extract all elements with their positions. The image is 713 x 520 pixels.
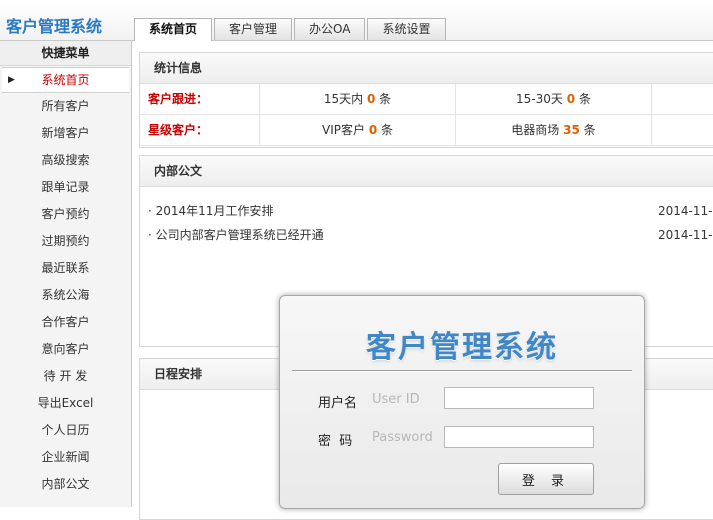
- sidebar-item-company-news[interactable]: 企业新闻: [0, 444, 131, 471]
- list-item[interactable]: · 公司内部客户管理系统已经开通 2014-11-4: [140, 223, 713, 247]
- stats-row-label: 客户跟进：: [140, 84, 260, 114]
- tab-home[interactable]: 系统首页: [134, 18, 213, 41]
- sidebar-item-label: 系统首页: [41, 73, 90, 87]
- stats-row-follow: 客户跟进： 15天内 0 条 15-30天 0 条: [140, 84, 713, 115]
- docs-list: · 2014年11月工作安排 2014-11-6 · 公司内部客户管理系统已经开…: [140, 187, 713, 247]
- sidebar: 快捷菜单 ▶ 系统首页 所有客户 新增客户 高级搜索 跟单记录 客户预约 过期预…: [0, 41, 132, 507]
- app-logo: 客户管理系统: [6, 17, 103, 36]
- stats-row-star: 星级客户： VIP客户 0 条 电器商场 35 条: [140, 115, 713, 146]
- sidebar-item-follow-records[interactable]: 跟单记录: [0, 174, 131, 201]
- stats-count: 0: [366, 92, 376, 106]
- tab-office-oa[interactable]: 办公OA: [294, 18, 366, 40]
- username-label: 用户名: [318, 396, 358, 411]
- sidebar-item-all-customers[interactable]: 所有客户: [0, 93, 131, 120]
- stats-count: 35: [563, 123, 580, 137]
- tab-system-settings[interactable]: 系统设置: [367, 18, 446, 40]
- doc-date: 2014-11-6: [658, 204, 713, 218]
- sidebar-item-internal-docs[interactable]: 内部公文: [0, 471, 131, 498]
- sidebar-item-prospects[interactable]: 意向客户: [0, 336, 131, 363]
- sidebar-item-expired-appointments[interactable]: 过期预约: [0, 228, 131, 255]
- tab-customer-management[interactable]: 客户管理: [214, 18, 293, 40]
- stats-title: 统计信息: [140, 53, 713, 84]
- stats-cell[interactable]: VIP客户 0 条: [260, 115, 456, 145]
- stats-count: 0: [566, 92, 576, 106]
- sidebar-item-appointments[interactable]: 客户预约: [0, 201, 131, 228]
- sidebar-item-public-pool[interactable]: 系统公海: [0, 282, 131, 309]
- stats-cell[interactable]: 15-30天 0 条: [456, 84, 652, 114]
- stats-count: 0: [368, 123, 378, 137]
- doc-date: 2014-11-4: [658, 228, 713, 242]
- list-item[interactable]: · 2014年11月工作安排 2014-11-6: [140, 199, 713, 223]
- password-hint: Password: [372, 430, 433, 445]
- password-label: 密 码: [318, 434, 353, 449]
- sidebar-item-advanced-search[interactable]: 高级搜索: [0, 147, 131, 174]
- stats-cell[interactable]: 15天内 0 条: [260, 84, 456, 114]
- doc-title[interactable]: · 2014年11月工作安排: [148, 204, 273, 218]
- divider: [292, 370, 632, 372]
- arrow-right-icon: ▶: [8, 75, 15, 85]
- stats-cell[interactable]: 电器商场 35 条: [456, 115, 652, 145]
- main-tabs: 系统首页 客户管理 办公OA 系统设置: [134, 18, 448, 41]
- top-header: 客户管理系统 系统首页 客户管理 办公OA 系统设置: [0, 0, 713, 41]
- password-input[interactable]: [444, 426, 594, 448]
- sidebar-title: 快捷菜单: [0, 41, 131, 66]
- username-hint: User ID: [372, 392, 420, 407]
- stats-row-label: 星级客户：: [140, 115, 260, 145]
- docs-title: 内部公文: [140, 156, 713, 187]
- sidebar-item-export-excel[interactable]: 导出Excel: [0, 390, 131, 417]
- sidebar-item-new-customer[interactable]: 新增客户: [0, 120, 131, 147]
- login-button[interactable]: 登 录: [498, 463, 594, 495]
- sidebar-item-recent-contacts[interactable]: 最近联系: [0, 255, 131, 282]
- sidebar-item-home[interactable]: ▶ 系统首页: [2, 67, 129, 93]
- sidebar-item-personal-calendar[interactable]: 个人日历: [0, 417, 131, 444]
- login-dialog: 客户管理系统 用户名 User ID 密 码 Password 登 录: [279, 295, 645, 509]
- username-input[interactable]: [444, 387, 594, 409]
- sidebar-item-partner-customers[interactable]: 合作客户: [0, 309, 131, 336]
- stats-panel: 统计信息 客户跟进： 15天内 0 条 15-30天 0 条 星级客户： VIP…: [139, 52, 713, 148]
- doc-title[interactable]: · 公司内部客户管理系统已经开通: [148, 228, 324, 242]
- sidebar-item-to-develop[interactable]: 待 开 发: [0, 363, 131, 390]
- login-title: 客户管理系统: [366, 330, 558, 365]
